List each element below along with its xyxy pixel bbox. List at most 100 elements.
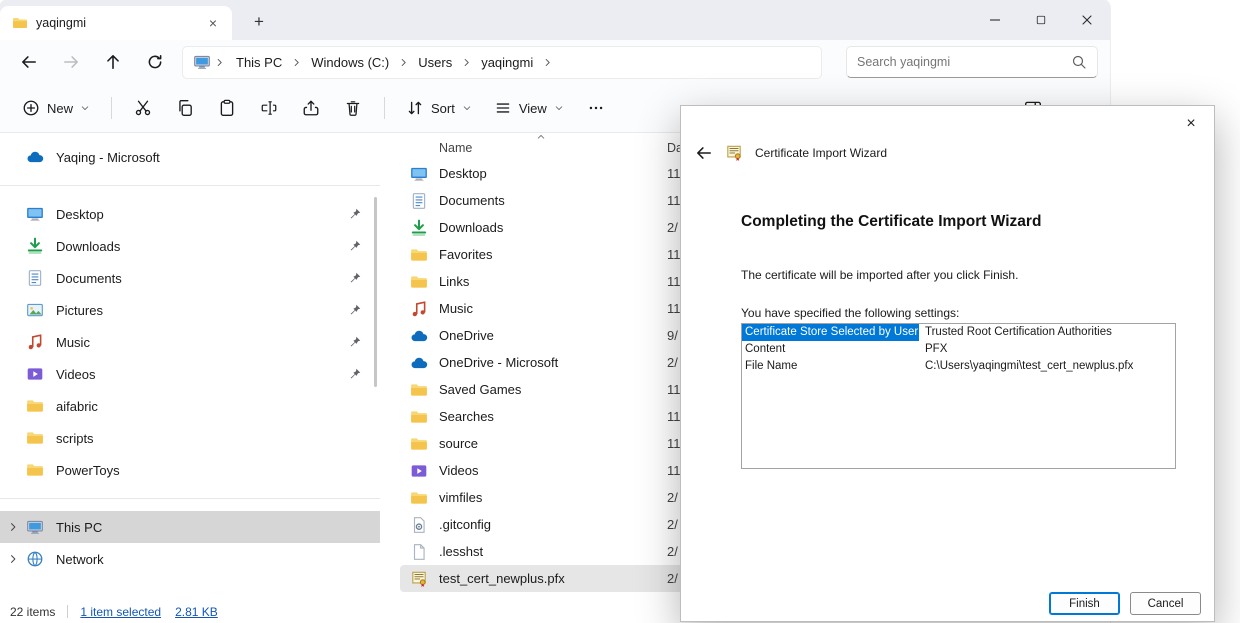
file-name: .gitconfig	[439, 517, 491, 532]
selection-count: 1 item selected	[80, 605, 161, 619]
downloads-icon	[410, 219, 428, 237]
sort-label: Sort	[431, 101, 455, 116]
file-date: 11	[667, 382, 681, 397]
close-icon	[1079, 12, 1095, 28]
search-icon	[1071, 54, 1087, 70]
wizard-buttons: Finish Cancel	[1049, 592, 1201, 615]
sidebar-item-label: This PC	[56, 520, 102, 535]
refresh-button[interactable]	[134, 45, 176, 79]
chevron-right-icon[interactable]	[7, 521, 19, 533]
breadcrumb-item-yaqingmi[interactable]: yaqingmi	[473, 52, 541, 73]
maximize-button[interactable]	[1018, 0, 1064, 40]
share-button[interactable]	[291, 91, 331, 125]
file-name: source	[439, 436, 478, 451]
copy-button[interactable]	[165, 91, 205, 125]
videos-icon	[410, 462, 428, 480]
close-button[interactable]	[1064, 0, 1110, 40]
explorer-tab[interactable]: yaqingmi ×	[0, 6, 232, 40]
certificate-import-wizard-dialog: × Certificate Import Wizard Completing t…	[680, 105, 1215, 622]
cloud-icon	[410, 327, 428, 345]
file-name: Documents	[439, 193, 505, 208]
sidebar-item-onedrive[interactable]: Yaqing - Microsoft	[0, 141, 380, 173]
wizard-back-icon[interactable]	[695, 144, 713, 162]
desktop-icon	[26, 205, 44, 223]
sidebar-divider	[0, 185, 380, 186]
back-button[interactable]	[8, 45, 50, 79]
folder-icon	[26, 461, 44, 479]
setting-value: PFX	[919, 341, 1175, 358]
sidebar-item-pictures[interactable]: Pictures	[0, 294, 380, 326]
file-name: Videos	[439, 463, 479, 478]
breadcrumb-chevron-icon	[214, 57, 225, 68]
gearfile-icon	[410, 516, 428, 534]
sidebar-item-label: Music	[56, 335, 90, 350]
file-date: 2/	[667, 220, 678, 235]
delete-button[interactable]	[333, 91, 373, 125]
new-button[interactable]: New	[12, 92, 100, 124]
pin-icon	[348, 271, 362, 285]
sidebar-item-scripts[interactable]: scripts	[0, 422, 380, 454]
breadcrumb-chevron-icon	[291, 57, 302, 68]
sidebar-item-documents[interactable]: Documents	[0, 262, 380, 294]
sort-button[interactable]: Sort	[396, 92, 482, 124]
breadcrumb-item-this-pc[interactable]: This PC	[228, 52, 290, 73]
sidebar-quick-list: Desktop Downloads Documents Pictures Music Vi…	[0, 198, 380, 486]
sidebar-item-music[interactable]: Music	[0, 326, 380, 358]
sidebar-item-desktop[interactable]: Desktop	[0, 198, 380, 230]
more-options-button[interactable]	[576, 91, 616, 125]
name-column-header[interactable]: Name	[439, 141, 472, 155]
sidebar-scrollbar[interactable]	[374, 197, 377, 387]
videos-icon	[26, 365, 44, 383]
forward-button[interactable]	[50, 45, 92, 79]
folder-icon	[12, 15, 28, 31]
file-date: 2/	[667, 490, 678, 505]
dialog-close-button[interactable]: ×	[1174, 110, 1208, 138]
chevron-down-icon	[554, 103, 564, 113]
documents-icon	[26, 269, 44, 287]
file-date: 2/	[667, 571, 678, 586]
sidebar-item-label: Pictures	[56, 303, 103, 318]
sidebar-item-network[interactable]: Network	[0, 543, 380, 575]
setting-value: C:\Users\yaqingmi\test_cert_newplus.pfx	[919, 358, 1175, 375]
breadcrumb-item-users[interactable]: Users	[410, 52, 460, 73]
file-date: 11	[667, 274, 681, 289]
breadcrumb-item-windows-c[interactable]: Windows (C:)	[303, 52, 397, 73]
rename-button[interactable]	[249, 91, 289, 125]
sidebar-item-label: Downloads	[56, 239, 120, 254]
documents-icon	[410, 192, 428, 210]
wizard-setting-row[interactable]: Certificate Store Selected by UserTruste…	[742, 324, 1175, 341]
view-button[interactable]: View	[484, 92, 574, 124]
finish-button[interactable]: Finish	[1049, 592, 1120, 615]
sidebar-item-this-pc[interactable]: This PC	[0, 511, 380, 543]
this-pc-icon	[193, 53, 211, 71]
wizard-setting-row[interactable]: File NameC:\Users\yaqingmi\test_cert_new…	[742, 358, 1175, 375]
folder-icon	[410, 435, 428, 453]
sidebar-item-label: Network	[56, 552, 104, 567]
sidebar-item-videos[interactable]: Videos	[0, 358, 380, 390]
minimize-button[interactable]	[972, 0, 1018, 40]
search-input[interactable]: Search yaqingmi	[846, 46, 1098, 78]
breadcrumb[interactable]: This PC Windows (C:) Users yaqingmi	[182, 46, 822, 79]
cancel-button[interactable]: Cancel	[1130, 592, 1201, 615]
wizard-settings-box[interactable]: Certificate Store Selected by UserTruste…	[741, 323, 1176, 469]
new-tab-button[interactable]: +	[244, 7, 274, 37]
file-icon	[410, 543, 428, 561]
tab-title: yaqingmi	[36, 16, 86, 30]
breadcrumb-chevron-icon	[398, 57, 409, 68]
paste-button[interactable]	[207, 91, 247, 125]
sidebar-item-label: scripts	[56, 431, 94, 446]
new-label: New	[47, 101, 73, 116]
up-button[interactable]	[92, 45, 134, 79]
pin-icon	[348, 367, 362, 381]
sidebar-item-aifabric[interactable]: aifabric	[0, 390, 380, 422]
sidebar-item-downloads[interactable]: Downloads	[0, 230, 380, 262]
sidebar-item-label: Documents	[56, 271, 122, 286]
wizard-title: Certificate Import Wizard	[755, 146, 887, 160]
sidebar-item-powertoys[interactable]: PowerToys	[0, 454, 380, 486]
breadcrumb-items: This PC Windows (C:) Users yaqingmi	[228, 52, 554, 73]
wizard-setting-row[interactable]: ContentPFX	[742, 341, 1175, 358]
chevron-right-icon[interactable]	[7, 553, 19, 565]
cut-button[interactable]	[123, 91, 163, 125]
tab-close-icon[interactable]: ×	[202, 12, 224, 34]
wizard-settings-label: You have specified the following setting…	[741, 306, 959, 320]
